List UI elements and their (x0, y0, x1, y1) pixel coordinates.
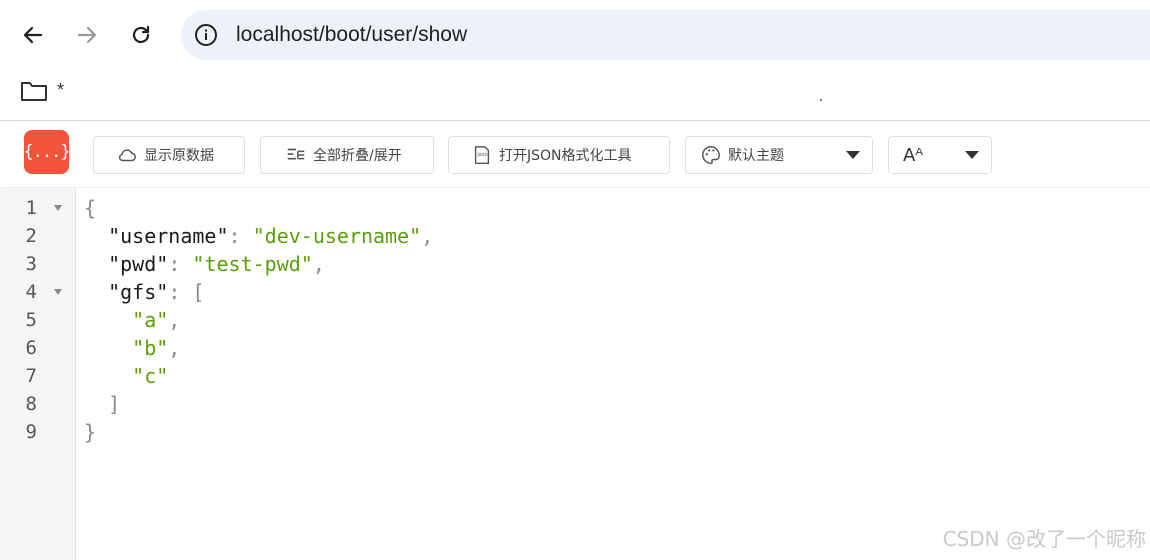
line-number: 4 (25, 281, 37, 303)
theme-select-value: 默认主题 (728, 148, 784, 164)
code-line: "b", (132, 336, 181, 360)
browser-toolbar: localhost/boot/user/show (0, 0, 1150, 70)
line-number: 9 (25, 421, 37, 443)
watermark: CSDN @改了一个昵称 (942, 527, 1146, 551)
font-size-select[interactable]: Aᴬ (888, 136, 992, 174)
json-string-value: "b" (132, 336, 169, 360)
line-number: 1 (25, 197, 37, 219)
bookmark-label[interactable]: * (57, 80, 64, 101)
show-raw-label: 显示原数据 (144, 148, 214, 164)
code-line: ] (108, 392, 121, 416)
json-string-value: "a" (132, 308, 169, 332)
forward-button[interactable] (67, 15, 107, 55)
line-number: 5 (25, 309, 37, 331)
font-size-icon: Aᴬ (903, 144, 924, 166)
show-raw-button[interactable]: 显示原数据 (93, 136, 245, 174)
line-number-gutter: 1 2 3 4 5 6 7 8 9 (0, 188, 76, 560)
json-key: "pwd" (108, 252, 169, 276)
open-json-tool-button[interactable]: json 打开JSON格式化工具 (448, 136, 670, 174)
json-key: "username" (108, 224, 229, 248)
code-line: { (84, 196, 97, 220)
chevron-down-icon (965, 151, 979, 159)
fold-all-label: 全部折叠/展开 (313, 148, 402, 164)
code-line: "c" (84, 362, 168, 390)
url-text[interactable]: localhost/boot/user/show (236, 22, 467, 48)
chevron-down-icon (846, 151, 860, 159)
address-bar[interactable]: localhost/boot/user/show (181, 10, 1150, 60)
code-line: "a", (132, 308, 181, 332)
separator-dot (820, 99, 822, 101)
code-line: "gfs": [ (108, 280, 205, 304)
code-line: "pwd": "test-pwd", (108, 252, 325, 276)
fold-toggle-icon[interactable] (54, 289, 62, 295)
fold-icon (285, 144, 307, 166)
json-string-value: "c" (132, 364, 169, 388)
back-button[interactable] (13, 15, 53, 55)
reload-button[interactable] (121, 15, 161, 55)
site-info-icon[interactable] (193, 22, 219, 48)
json-string-value: "dev-username" (252, 224, 422, 248)
arrow-right-icon (77, 26, 97, 44)
reload-icon (132, 25, 150, 44)
fold-toggle-icon[interactable] (54, 205, 62, 211)
json-key: "gfs" (108, 280, 169, 304)
line-number: 3 (25, 253, 37, 275)
line-number: 8 (25, 393, 37, 415)
json-string-value: "test-pwd" (192, 252, 313, 276)
code-line: } (84, 420, 97, 444)
cloud-icon (116, 144, 138, 166)
json-file-icon: json (471, 144, 493, 166)
arrow-left-icon (23, 26, 43, 44)
theme-select[interactable]: 默认主题 (685, 136, 873, 174)
json-viewer-toolbar: {...} 显示原数据 全部折叠/展开 json 打开JSON格式化工具 默认主… (0, 121, 1150, 187)
json-code-area[interactable]: { "username": "dev-username", "pwd": "te… (76, 188, 1150, 560)
code-line: "username": "dev-username", (108, 224, 434, 248)
line-number: 2 (25, 225, 37, 247)
open-json-tool-label: 打开JSON格式化工具 (499, 148, 632, 164)
json-viewer-logo: {...} (23, 130, 71, 174)
line-number: 7 (25, 365, 37, 387)
fold-all-button[interactable]: 全部折叠/展开 (260, 136, 434, 174)
line-number: 6 (25, 337, 37, 359)
palette-icon (700, 144, 722, 166)
svg-text:json: json (476, 152, 487, 158)
folder-icon[interactable] (20, 79, 48, 103)
bookmark-bar: * (0, 70, 1150, 121)
